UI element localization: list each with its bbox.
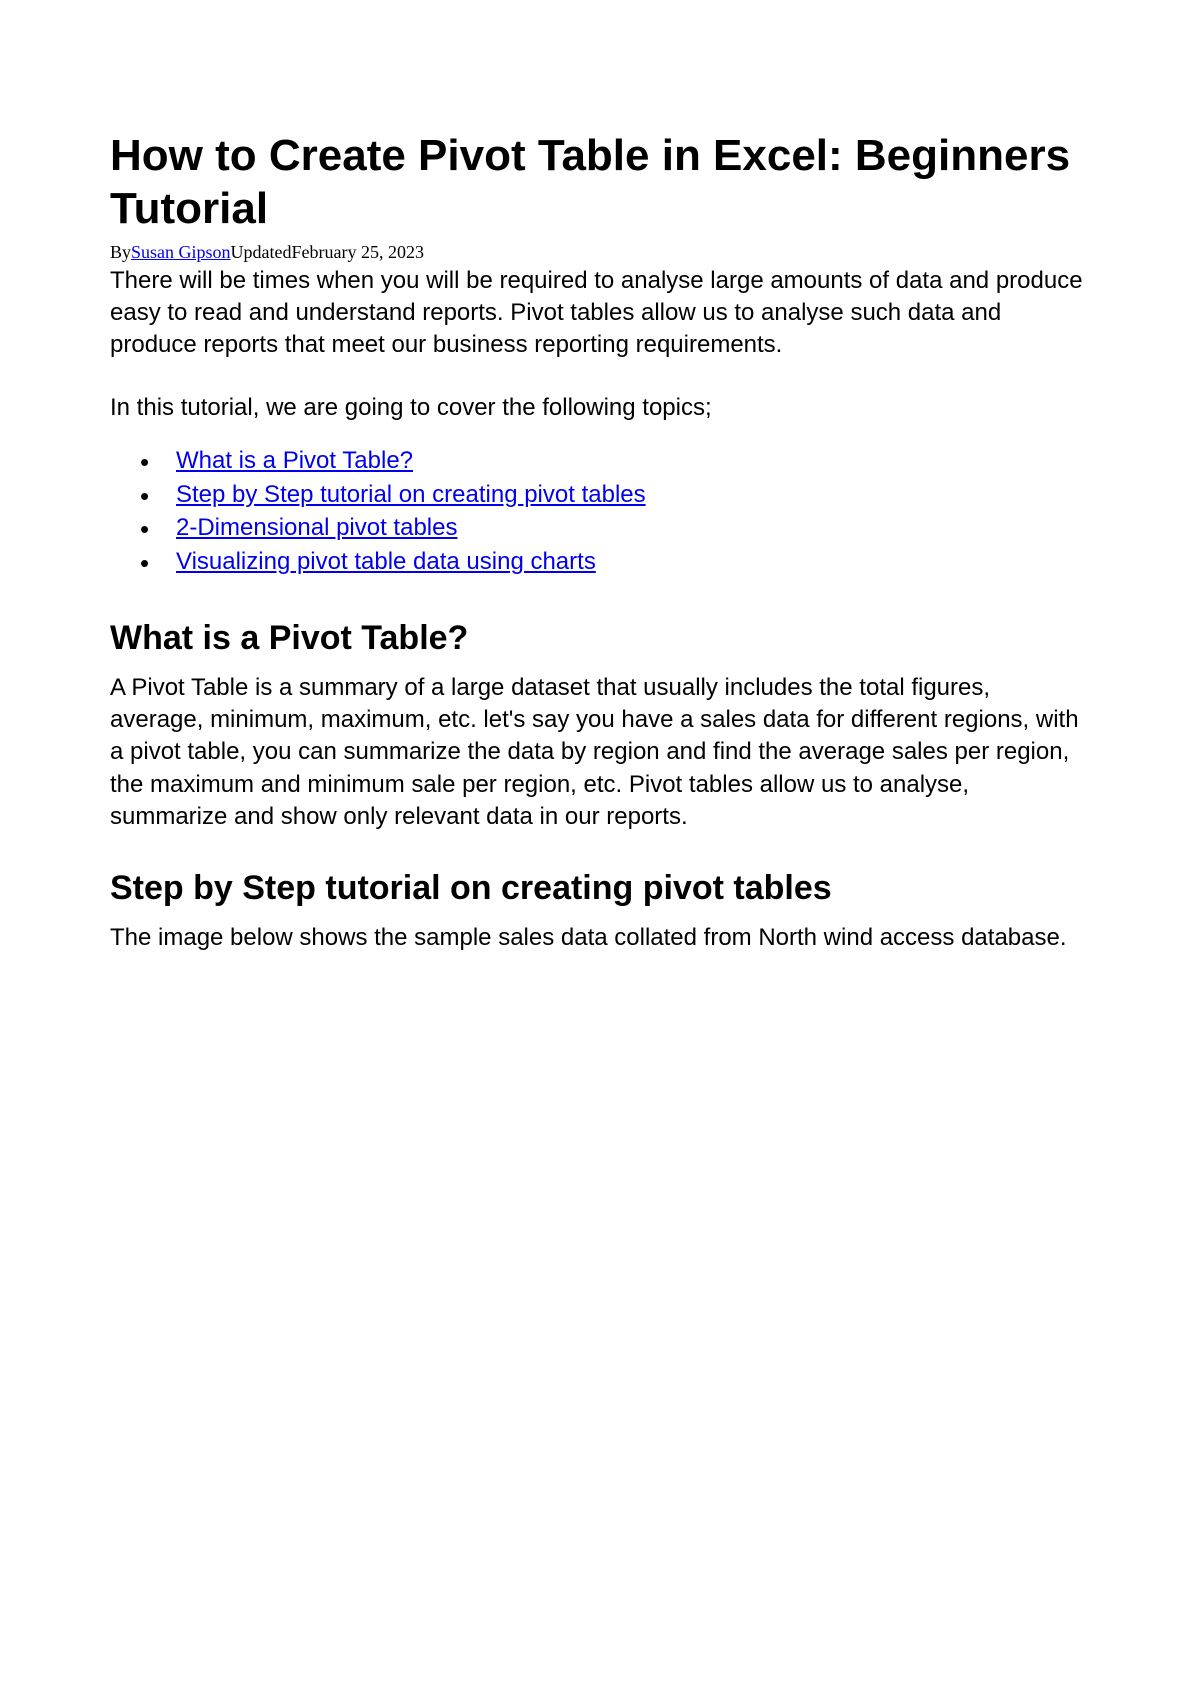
topic-link[interactable]: Step by Step tutorial on creating pivot …	[176, 481, 646, 508]
updated-date: February 25, 2023	[292, 242, 424, 262]
topic-link[interactable]: What is a Pivot Table?	[176, 447, 413, 474]
author-link[interactable]: Susan Gipson	[131, 242, 231, 262]
intro-paragraph: There will be times when you will be req…	[110, 265, 1090, 362]
section-body: A Pivot Table is a summary of a large da…	[110, 672, 1090, 834]
topics-intro: In this tutorial, we are going to cover …	[110, 392, 1090, 424]
updated-label: Updated	[231, 242, 292, 262]
byline: BySusan GipsonUpdatedFebruary 25, 2023	[110, 242, 1090, 263]
section-heading: Step by Step tutorial on creating pivot …	[110, 869, 1090, 908]
page-title: How to Create Pivot Table in Excel: Begi…	[110, 130, 1090, 236]
section-body: The image below shows the sample sales d…	[110, 922, 1090, 954]
topics-list: What is a Pivot Table? Step by Step tuto…	[110, 444, 1090, 578]
section-heading: What is a Pivot Table?	[110, 619, 1090, 658]
list-item: 2-Dimensional pivot tables	[158, 511, 1090, 545]
topic-link[interactable]: 2-Dimensional pivot tables	[176, 514, 457, 541]
byline-prefix: By	[110, 242, 131, 262]
topic-link[interactable]: Visualizing pivot table data using chart…	[176, 548, 596, 575]
list-item: What is a Pivot Table?	[158, 444, 1090, 478]
list-item: Visualizing pivot table data using chart…	[158, 545, 1090, 579]
list-item: Step by Step tutorial on creating pivot …	[158, 478, 1090, 512]
